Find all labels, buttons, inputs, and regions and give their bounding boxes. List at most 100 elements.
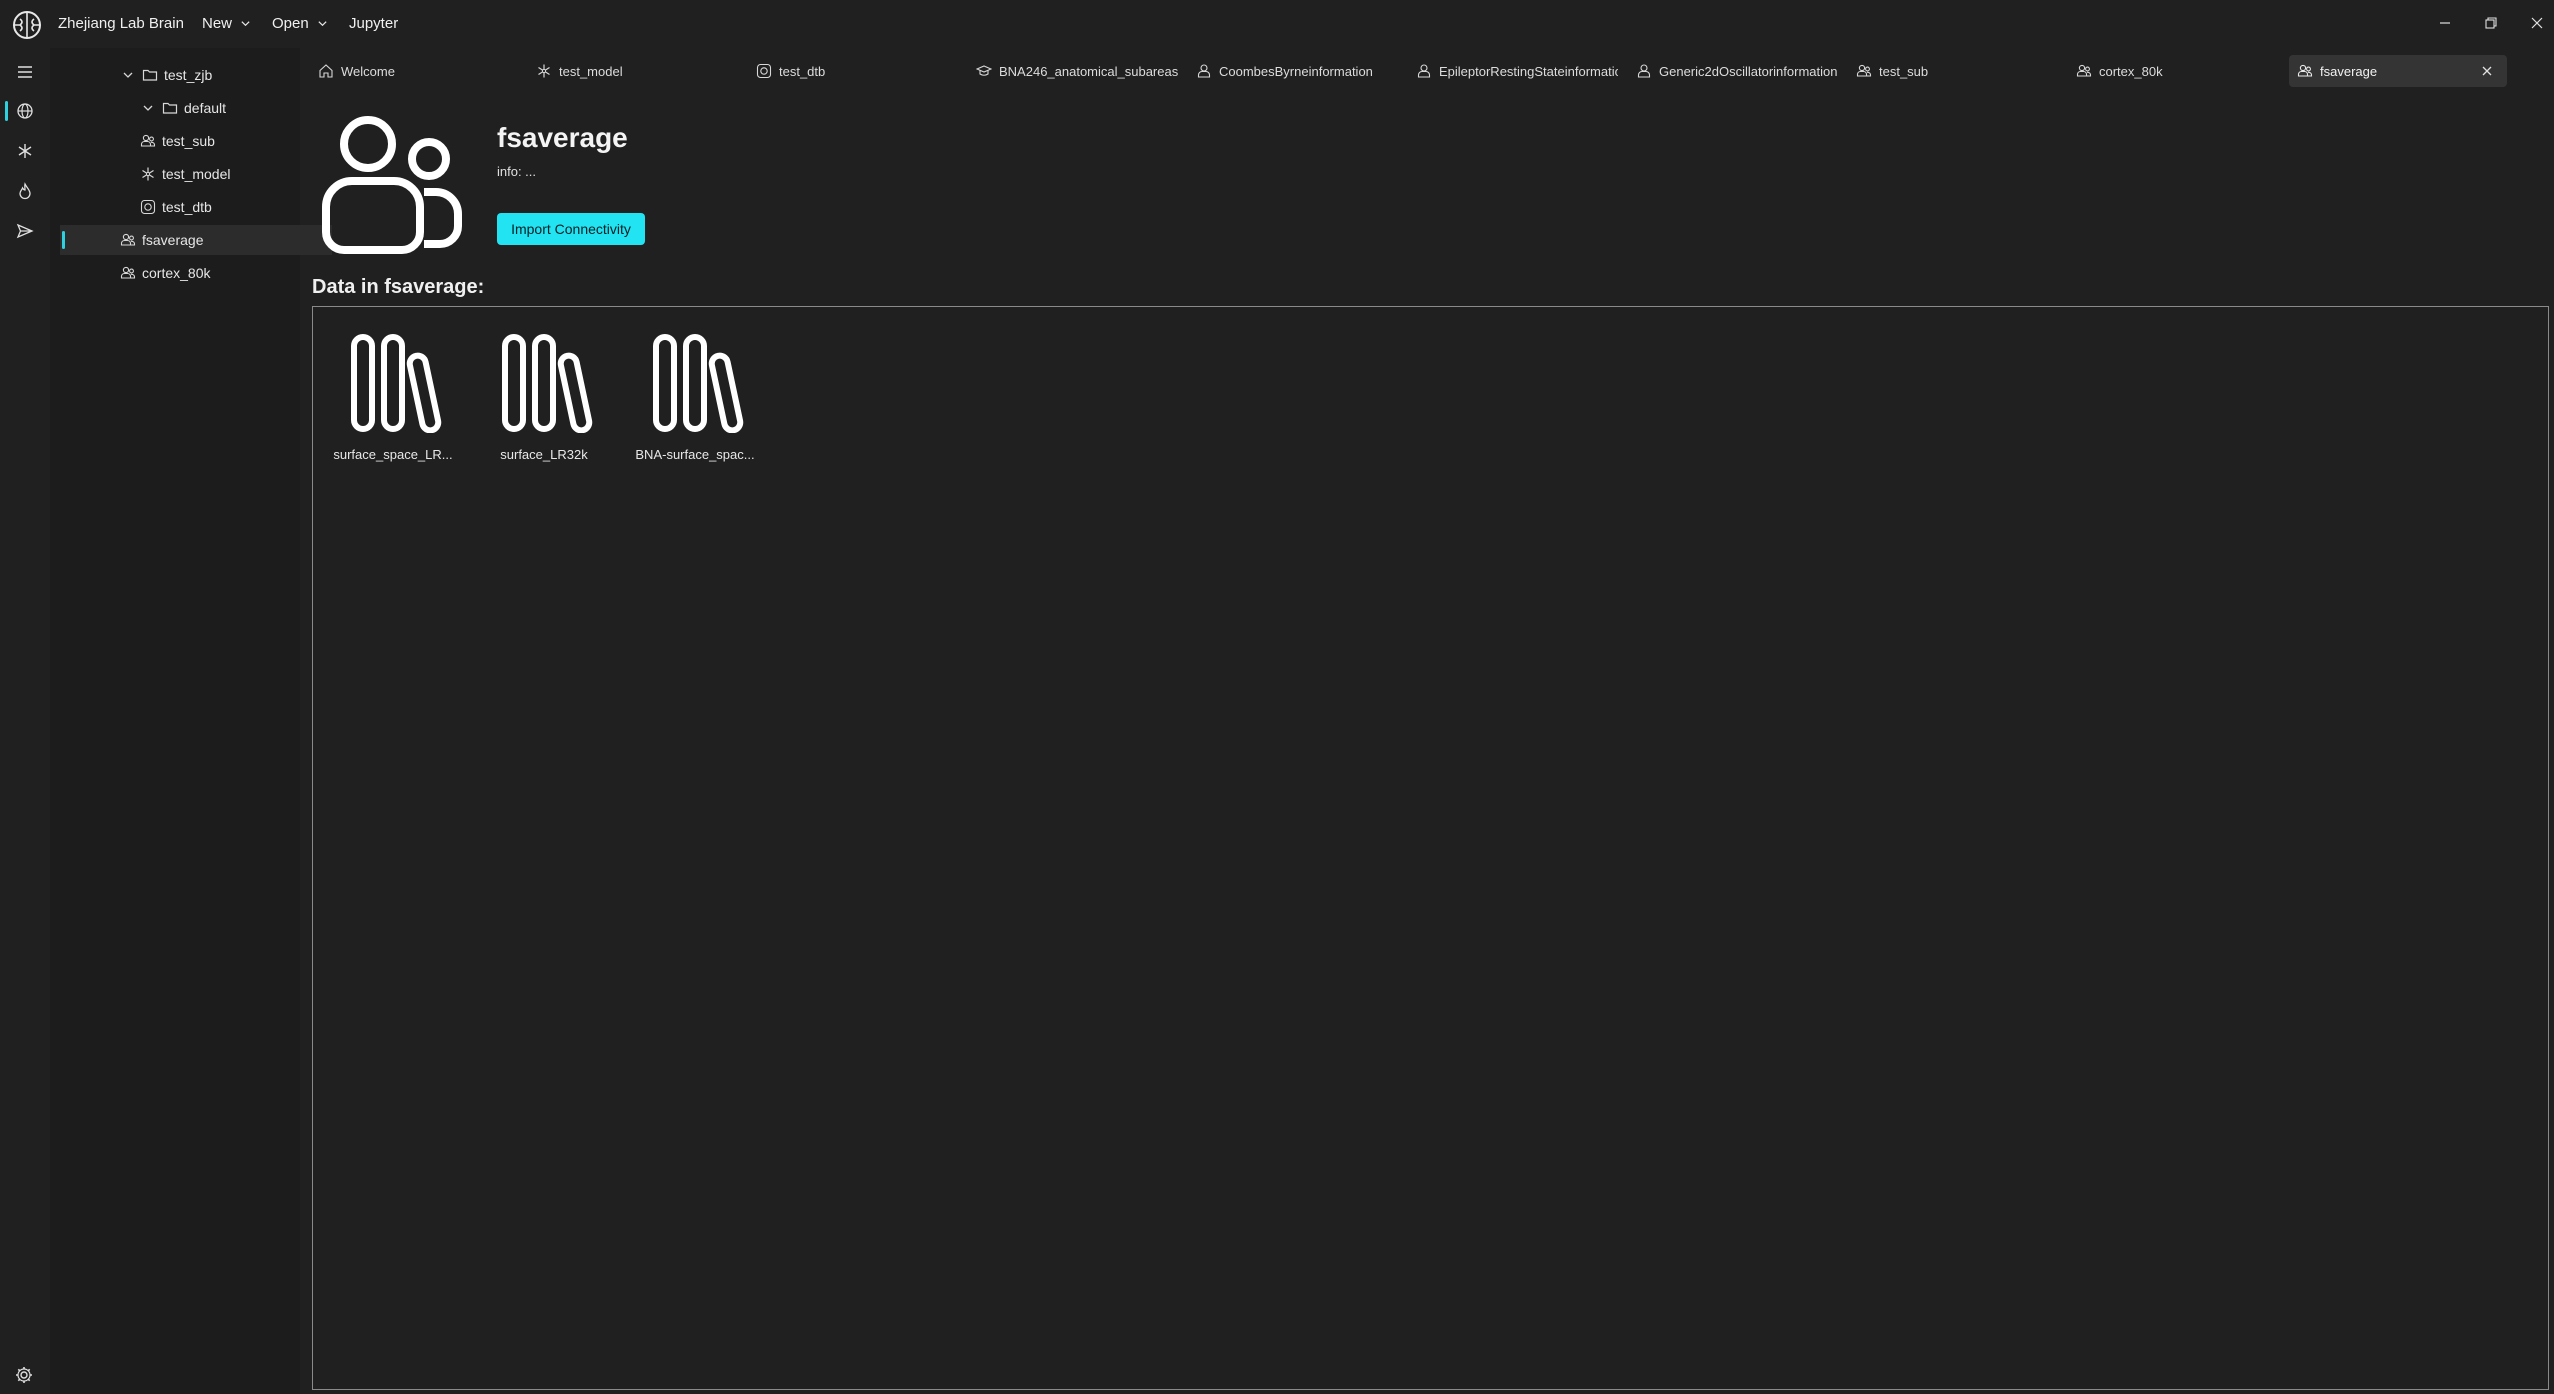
tab-bna246[interactable]: BNA246_anatomical_subareas Su <box>968 55 1178 87</box>
users-icon <box>120 233 136 246</box>
tree-item-label: test_dtb <box>162 199 212 215</box>
minimize-icon <box>2440 22 2450 24</box>
tree-item-label: test_zjb <box>164 67 213 83</box>
tab-welcome[interactable]: Welcome <box>310 55 520 87</box>
menu-open-label: Open <box>272 15 309 32</box>
users-icon <box>2076 64 2092 77</box>
menu-jupyter-label: Jupyter <box>349 15 399 32</box>
tree-item-test-model[interactable]: test_model <box>60 159 332 189</box>
menu-jupyter[interactable]: Jupyter <box>349 15 398 32</box>
activity-simulation[interactable] <box>0 171 50 211</box>
tab-label: test_model <box>559 63 623 79</box>
chevron-down-icon[interactable] <box>122 69 134 81</box>
tree-item-label: test_model <box>162 166 231 182</box>
close-icon <box>2531 17 2543 29</box>
dtb-icon <box>756 63 772 79</box>
users-icon <box>1856 64 1872 77</box>
menu-new-label: New <box>202 15 233 32</box>
data-item-label: BNA-surface_spac... <box>635 447 755 462</box>
explorer-panel: test_zjb default test_sub test_model tes… <box>50 48 332 1394</box>
users-icon <box>120 266 136 279</box>
dtb-icon <box>140 199 156 215</box>
data-item[interactable]: surface_space_LR... <box>328 333 458 463</box>
folder-icon <box>162 102 178 114</box>
tab-fsaverage[interactable]: fsaverage <box>2289 55 2507 87</box>
tree-item-label: fsaverage <box>142 232 204 248</box>
tab-label: Welcome <box>341 63 395 79</box>
home-icon <box>319 64 333 78</box>
graduation-cap-icon <box>976 65 992 76</box>
tab-epileptor[interactable]: EpileptorRestingStateinformation <box>1408 55 1618 87</box>
title-bar: Zhejiang Lab Brain New Open Jupyter <box>0 0 2554 48</box>
data-item-label: surface_space_LR... <box>333 447 453 462</box>
tree-item-test-sub[interactable]: test_sub <box>60 126 332 156</box>
library-icon <box>351 334 442 433</box>
tab-label: test_sub <box>1879 63 1929 79</box>
model-icon <box>142 167 154 181</box>
tab-test-model[interactable]: test_model <box>528 55 738 87</box>
tree-item-default[interactable]: default <box>60 93 332 123</box>
chevron-down-icon <box>318 21 327 27</box>
chevron-down-icon[interactable] <box>142 102 154 114</box>
folder-icon <box>142 69 158 81</box>
data-item[interactable]: BNA-surface_spac... <box>630 333 760 463</box>
tab-bar: Welcome test_model test_dtb BNA246_anato… <box>310 55 2554 87</box>
close-window-button[interactable] <box>2522 8 2552 38</box>
tab-label: CoombesByrneinformation <box>1219 63 1373 79</box>
tree-item-label: default <box>184 100 227 116</box>
data-panel: surface_space_LR... surface_LR32k BNA-su… <box>312 306 2549 1390</box>
globe-icon <box>17 103 33 119</box>
tab-label: fsaverage <box>2320 63 2378 79</box>
settings-gear-icon[interactable] <box>14 1365 34 1385</box>
menu-new[interactable]: New <box>202 15 251 32</box>
tab-generic2d[interactable]: Generic2dOscillatorinformation <box>1628 55 1838 87</box>
user-icon <box>1197 64 1211 78</box>
user-icon <box>1417 64 1431 78</box>
users-icon <box>2297 64 2313 77</box>
tab-test-sub[interactable]: test_sub <box>1848 55 2058 87</box>
import-connectivity-button[interactable]: Import Connectivity <box>497 213 645 245</box>
app-title: Zhejiang Lab Brain <box>58 15 184 32</box>
chevron-down-icon <box>241 21 250 27</box>
activity-explorer[interactable] <box>0 91 50 131</box>
activity-bar <box>0 48 50 1394</box>
user-icon <box>1637 64 1651 78</box>
subject-users-icon <box>322 116 462 254</box>
hamburger-menu-button[interactable] <box>0 52 50 92</box>
close-tab-icon[interactable] <box>2479 63 2495 79</box>
tab-cortex-80k[interactable]: cortex_80k <box>2068 55 2278 87</box>
activity-models[interactable] <box>0 131 50 171</box>
minimize-button[interactable] <box>2430 8 2460 38</box>
tab-label: EpileptorRestingStateinformation <box>1439 63 1618 79</box>
send-icon <box>16 223 34 239</box>
tab-coombes-byrne[interactable]: CoombesByrneinformation <box>1188 55 1398 87</box>
menu-open[interactable]: Open <box>272 15 328 32</box>
subject-info: info: ... <box>497 164 537 179</box>
restore-button[interactable] <box>2476 8 2506 38</box>
users-icon <box>140 134 156 147</box>
tree-item-fsaverage[interactable]: fsaverage <box>60 225 332 255</box>
tree-item-label: cortex_80k <box>142 265 211 281</box>
data-item-label: surface_LR32k <box>500 447 588 462</box>
tree-item-label: test_sub <box>162 133 215 149</box>
library-icon <box>653 334 744 433</box>
model-icon <box>538 64 550 78</box>
tab-test-dtb[interactable]: test_dtb <box>748 55 958 87</box>
tab-label: test_dtb <box>779 63 826 79</box>
tab-label: Generic2dOscillatorinformation <box>1659 63 1838 79</box>
tree-item-cortex-80k[interactable]: cortex_80k <box>60 258 332 288</box>
restore-icon <box>2485 17 2497 29</box>
tree-item-test-dtb[interactable]: test_dtb <box>60 192 332 222</box>
page-title: fsaverage <box>497 122 628 153</box>
asterisk-icon <box>18 144 32 158</box>
library-icon <box>502 334 593 433</box>
menu-icon <box>18 66 32 78</box>
data-item[interactable]: surface_LR32k <box>479 333 609 463</box>
tab-label: BNA246_anatomical_subareas Su <box>999 63 1178 79</box>
tab-label: cortex_80k <box>2099 63 2163 79</box>
data-section-heading: Data in fsaverage: <box>312 276 485 298</box>
activity-send[interactable] <box>0 211 50 251</box>
tree-item-test-zjb[interactable]: test_zjb <box>60 60 332 90</box>
brain-logo-icon <box>13 11 41 39</box>
flame-icon <box>19 182 31 200</box>
